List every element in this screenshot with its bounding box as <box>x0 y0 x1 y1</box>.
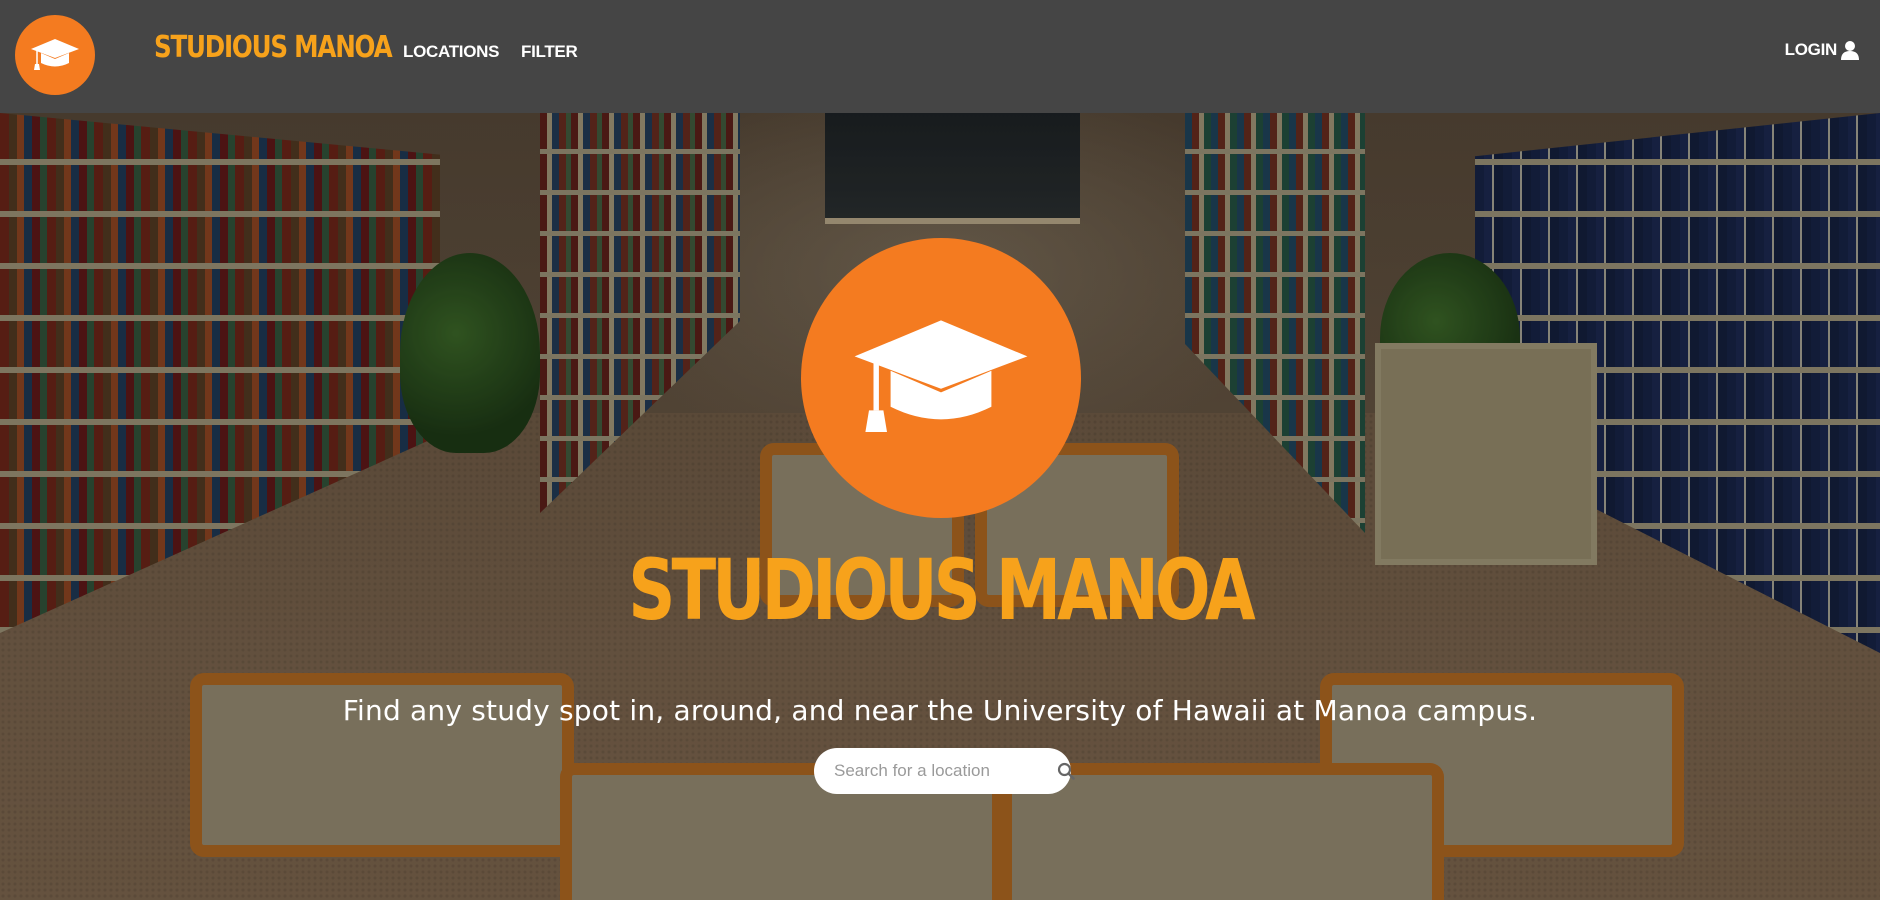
login-button[interactable]: LOGIN <box>1785 40 1860 60</box>
hero-subtitle: Find any study spot in, around, and near… <box>342 694 1538 727</box>
nav-logo[interactable] <box>15 15 95 95</box>
nav-link-locations[interactable]: LOCATIONS <box>403 42 499 62</box>
search-box <box>814 748 1075 794</box>
search-input[interactable] <box>832 760 1057 782</box>
search-button[interactable] <box>1057 762 1075 780</box>
graduation-cap-icon <box>31 39 79 70</box>
brand-name[interactable]: STUDIOUS MANOA <box>154 30 393 65</box>
background-cart <box>1375 343 1597 565</box>
user-icon <box>1841 41 1859 60</box>
graduation-cap-icon <box>854 320 1028 432</box>
login-label: LOGIN <box>1784 40 1838 59</box>
search-icon <box>1057 762 1075 780</box>
navbar: STUDIOUS MANOA LOCATIONS FILTER LOGIN <box>0 0 1880 113</box>
background-plant <box>400 253 540 453</box>
hero-title: STUDIOUS MANOA <box>628 541 1255 639</box>
nav-link-filter[interactable]: FILTER <box>521 42 578 62</box>
hero-logo <box>801 238 1081 518</box>
background-window <box>825 113 1080 224</box>
